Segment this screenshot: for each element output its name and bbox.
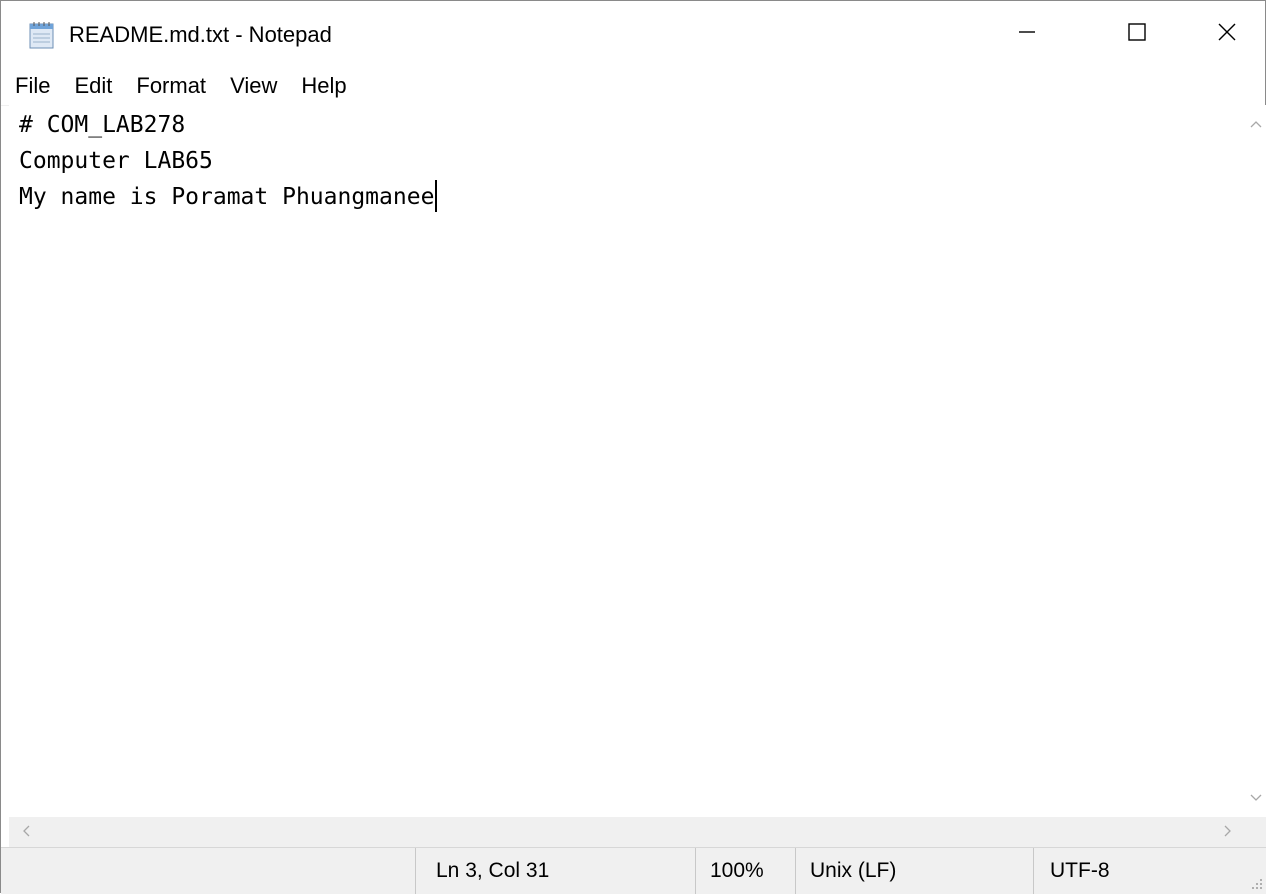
close-icon	[1217, 22, 1237, 47]
editor-line-3: My name is Poramat Phuangmanee	[9, 179, 1245, 215]
chevron-down-icon	[1249, 790, 1263, 806]
editor-line-2: Computer LAB65	[9, 143, 1245, 179]
status-line-ending: Unix (LF)	[795, 848, 1033, 894]
maximize-icon	[1127, 22, 1147, 47]
editor-line-text: Computer LAB65	[19, 148, 213, 174]
scroll-right-button[interactable]	[1217, 821, 1239, 843]
editor-line-text: # COM_LAB278	[19, 112, 186, 138]
menu-edit[interactable]: Edit	[62, 68, 124, 104]
chevron-right-icon	[1223, 824, 1233, 841]
status-cursor-position: Ln 3, Col 31	[415, 848, 695, 894]
scroll-down-button[interactable]	[1245, 787, 1266, 809]
menu-file[interactable]: File	[1, 68, 62, 104]
status-encoding: UTF-8	[1033, 848, 1245, 894]
status-bar: Ln 3, Col 31 100% Unix (LF) UTF-8	[1, 847, 1266, 894]
menu-bar: File Edit Format View Help	[1, 67, 1265, 106]
scroll-up-button[interactable]	[1245, 113, 1266, 135]
chevron-up-icon	[1249, 116, 1263, 132]
scrollbar-corner	[1245, 817, 1266, 847]
scroll-left-button[interactable]	[15, 821, 37, 843]
window-title: README.md.txt - Notepad	[69, 22, 332, 47]
horizontal-scrollbar[interactable]	[9, 817, 1245, 847]
editor-line-text: My name is Poramat Phuangmanee	[19, 184, 435, 210]
close-button[interactable]	[1181, 1, 1266, 67]
vertical-scrollbar[interactable]	[1245, 105, 1266, 817]
status-zoom: 100%	[695, 848, 795, 894]
minimize-icon	[1017, 22, 1037, 47]
editor-line-1: # COM_LAB278	[9, 107, 1245, 143]
text-caret	[435, 179, 438, 212]
chevron-left-icon	[21, 824, 31, 841]
resize-grip-icon[interactable]	[1249, 876, 1263, 890]
menu-view[interactable]: View	[218, 68, 289, 104]
notepad-icon[interactable]	[27, 21, 57, 49]
menu-help[interactable]: Help	[289, 68, 358, 104]
notepad-window: README.md.txt - Notepad File Edit Format…	[0, 0, 1266, 894]
menu-format[interactable]: Format	[124, 68, 218, 104]
text-editor[interactable]: # COM_LAB278 Computer LAB65 My name is P…	[9, 105, 1245, 817]
maximize-button[interactable]	[1091, 1, 1183, 67]
title-bar[interactable]: README.md.txt - Notepad	[1, 1, 1265, 67]
minimize-button[interactable]	[981, 1, 1073, 67]
